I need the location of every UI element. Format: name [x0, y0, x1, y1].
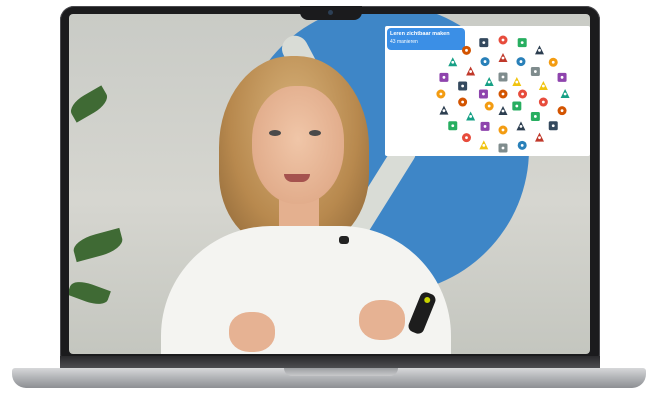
stopwatch-icon — [498, 35, 508, 45]
flag-icon — [461, 45, 471, 55]
bell-icon — [484, 76, 494, 86]
magnifier-icon — [458, 81, 468, 91]
presenter-right-hand — [359, 300, 405, 340]
plant-leaf — [71, 227, 125, 263]
leaf-icon — [498, 72, 508, 82]
headphones-icon — [466, 111, 476, 121]
puzzle-icon — [448, 121, 458, 131]
icon-ring — [436, 35, 570, 153]
compass-icon — [478, 89, 488, 99]
network-icon — [538, 80, 548, 90]
camera-icon — [498, 53, 508, 62]
plant-leaf — [69, 85, 112, 123]
calendar-icon — [548, 121, 558, 131]
clicker-light — [423, 296, 432, 304]
flask-icon — [480, 57, 490, 67]
presenter-eye — [269, 130, 281, 136]
ruler-icon — [498, 106, 508, 115]
rocket-icon — [538, 97, 548, 107]
presenter-left-hand — [229, 312, 275, 352]
question-icon — [498, 143, 508, 153]
presenter-mouth — [284, 174, 310, 182]
clipboard-icon — [479, 140, 489, 150]
brain-icon — [517, 140, 527, 150]
heart-icon — [512, 76, 522, 86]
gear-icon — [530, 67, 540, 77]
laptop-base — [12, 368, 646, 388]
lightbulb-icon — [517, 38, 527, 48]
clock-icon — [436, 89, 446, 99]
presenter-face — [252, 86, 344, 204]
eye-icon — [516, 121, 526, 131]
pencil-icon — [557, 72, 567, 82]
chart-icon — [548, 57, 558, 67]
scale-icon — [484, 101, 494, 111]
chat-icon — [448, 57, 458, 67]
gamepad-icon — [458, 97, 468, 107]
map-icon — [439, 72, 449, 82]
globe-icon — [560, 89, 570, 98]
medal-icon — [498, 125, 508, 135]
overlay-panel: Leren zichtbaar maken 43 manieren — [385, 26, 590, 156]
computer-icon — [518, 89, 528, 99]
lavalier-mic — [339, 236, 349, 244]
key-icon — [512, 101, 522, 111]
dice-icon — [479, 38, 489, 48]
trophy-icon — [439, 105, 449, 115]
checklist-icon — [498, 89, 508, 99]
target-icon — [461, 133, 471, 143]
book-icon — [557, 106, 567, 116]
star-icon — [535, 132, 545, 142]
hand-icon — [530, 111, 540, 121]
laptop-opening-lip — [284, 368, 398, 376]
presentation-icon — [535, 45, 545, 55]
plant-leaf — [69, 277, 111, 309]
laptop-hinge — [60, 356, 600, 368]
camera-icon — [328, 10, 333, 15]
camera-notch — [300, 6, 362, 20]
laptop-screen: Leren zichtbaar maken 43 manieren — [69, 14, 590, 354]
presenter-eye — [309, 130, 321, 136]
dna-icon — [466, 66, 476, 76]
paint-icon — [480, 121, 490, 131]
music-icon — [516, 57, 526, 67]
